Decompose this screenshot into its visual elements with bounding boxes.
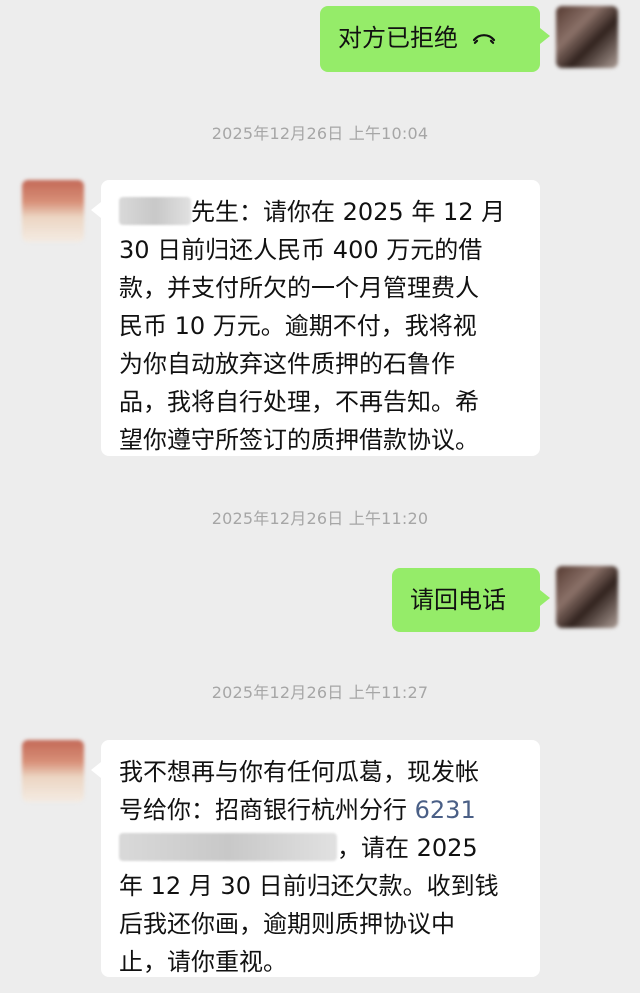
incoming-message-2-line-4: 年 12 月 30 日前归还欠款。收到钱 (119, 872, 499, 900)
timestamp-3: 2025年12月26日 上午11:27 (211, 683, 429, 702)
bank-prefix-text: 号给你：招商银行杭州分行 (119, 796, 415, 824)
incoming-message-1-text: 先生：请你在 2025 年 12 月 30 日前归还人民币 400 万元的借 款… (119, 198, 506, 454)
chat-thread[interactable]: 对方已拒绝 2025年12月26日 上午10:04 先生：请你在 2025 年 … (0, 0, 640, 993)
contact-avatar-2[interactable] (22, 740, 84, 802)
outgoing-message-2-text: 请回电话 (410, 586, 506, 614)
call-status-text: 对方已拒绝 (338, 24, 458, 52)
my-avatar-top[interactable] (556, 6, 618, 68)
phone-hangup-icon (472, 34, 496, 44)
incoming-message-2-line-6: 止，请你重视。 (119, 948, 287, 976)
timestamp-2: 2025年12月26日 上午11:20 (211, 509, 429, 528)
contact-avatar-1[interactable] (22, 180, 84, 242)
incoming-message-2-line-5: 后我还你画，逾期则质押协议中 (119, 910, 455, 938)
call-status-line: 对方已拒绝 (338, 19, 522, 57)
my-avatar-bottom[interactable] (556, 566, 618, 628)
incoming-message-2-line-1: 我不想再与你有任何瓜葛，现发帐 (119, 758, 479, 786)
incoming-message-bubble-1[interactable]: 先生：请你在 2025 年 12 月 30 日前归还人民币 400 万元的借 款… (91, 180, 540, 456)
timestamp-1: 2025年12月26日 上午10:04 (211, 124, 429, 143)
redacted-name-block (119, 197, 191, 225)
incoming-message-2-line-2: 号给你：招商银行杭州分行 6231 (119, 791, 522, 829)
redacted-account-block (119, 833, 337, 861)
outgoing-message-bubble-2[interactable]: 请回电话 (392, 568, 550, 632)
outgoing-call-status-bubble[interactable]: 对方已拒绝 (320, 6, 550, 72)
bank-account-visible-digits[interactable]: 6231 (415, 796, 476, 824)
incoming-message-bubble-2[interactable]: 我不想再与你有任何瓜葛，现发帐 号给你：招商银行杭州分行 6231 ，请在 20… (91, 740, 540, 977)
incoming-message-2-line-3: ，请在 2025 (119, 829, 522, 867)
incoming-message-2-line-3-suffix: ，请在 2025 (337, 834, 478, 862)
